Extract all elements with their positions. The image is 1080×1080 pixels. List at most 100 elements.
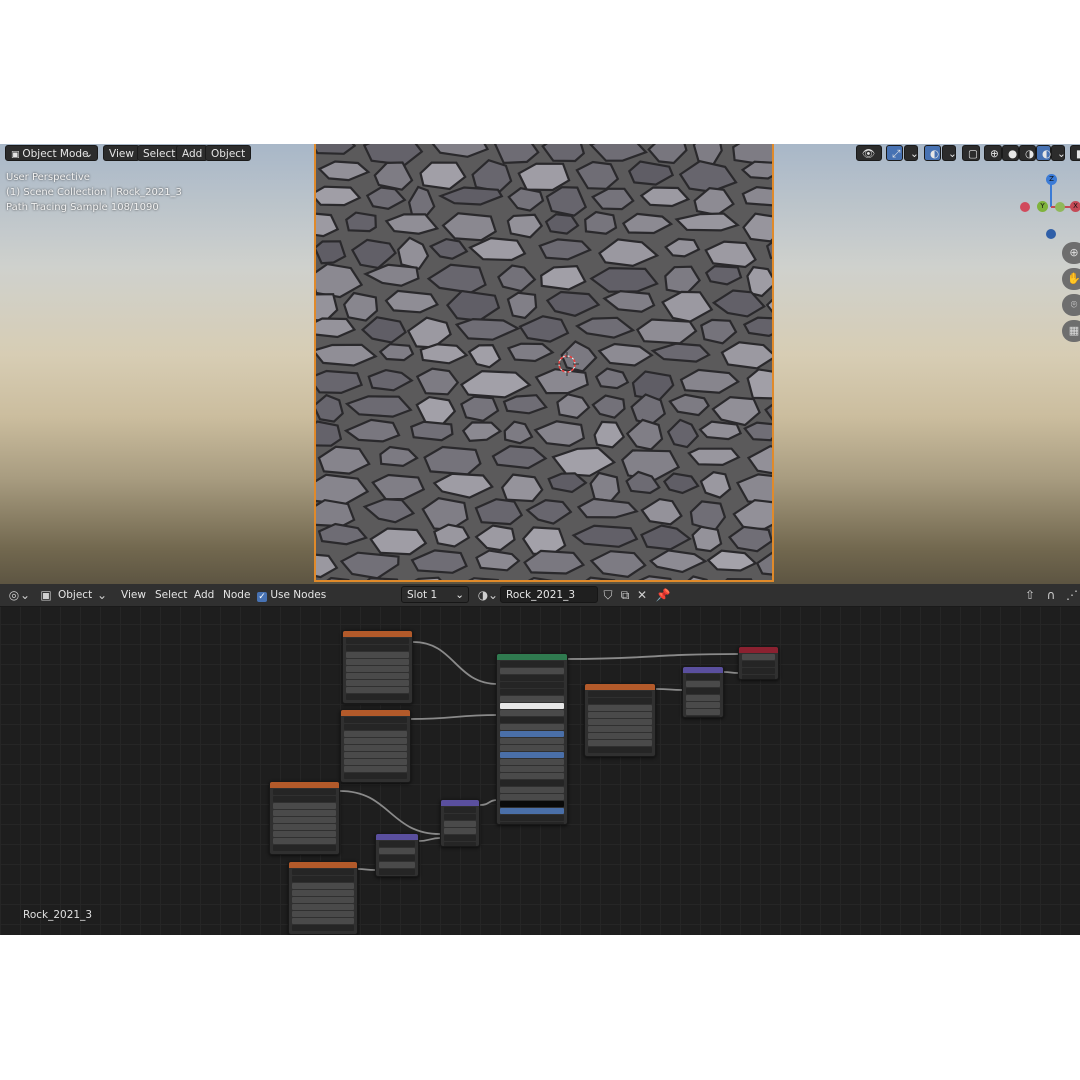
viewport-menu-object[interactable]: Object (205, 145, 252, 161)
snap-options-button[interactable]: ⋰ (1064, 587, 1080, 603)
gizmo-y-axis[interactable]: Y (1037, 201, 1048, 212)
node-header[interactable] (739, 647, 778, 653)
node-property-row[interactable] (379, 848, 415, 854)
node-property-row[interactable] (500, 703, 564, 709)
node-property-row[interactable] (500, 801, 564, 807)
node-property-row[interactable] (346, 652, 409, 658)
material-output-node[interactable] (738, 646, 779, 680)
overlay-dropdown[interactable]: ⌄ (942, 145, 957, 161)
node-property-row[interactable] (346, 673, 409, 679)
node-property-row[interactable] (500, 668, 564, 674)
node-property-row[interactable] (273, 824, 336, 830)
gizmo-toggle[interactable]: ⤢ (886, 145, 903, 161)
node-property-row[interactable] (344, 738, 407, 744)
node-property-row[interactable] (500, 766, 564, 772)
material-shading-button[interactable]: ◑ (1019, 145, 1036, 161)
xray-toggle[interactable]: ▢ (962, 145, 980, 161)
shader-node-editor[interactable]: ◎ ⌄ ▣ Object ⌄ View Select Add Node ✓ Us… (0, 584, 1080, 935)
image-texture-node-1[interactable] (342, 630, 413, 704)
overlay-toggle[interactable]: ◐ (924, 145, 941, 161)
node-property-row[interactable] (344, 745, 407, 751)
node-property-row[interactable] (588, 747, 652, 753)
node-property-row[interactable] (344, 759, 407, 765)
node-property-row[interactable] (444, 821, 476, 827)
node-property-row[interactable] (588, 733, 652, 739)
node-property-row[interactable] (500, 689, 564, 695)
solid-shading-button[interactable]: ● (1002, 145, 1019, 161)
bump-node[interactable] (440, 799, 480, 847)
image-texture-node-5[interactable] (584, 683, 656, 757)
node-property-row[interactable] (292, 876, 354, 882)
node-property-row[interactable] (588, 726, 652, 732)
use-nodes-checkbox[interactable]: ✓ (257, 592, 267, 602)
node-property-row[interactable] (292, 904, 354, 910)
node-property-row[interactable] (344, 717, 407, 723)
node-property-row[interactable] (273, 838, 336, 844)
node-property-row[interactable] (292, 883, 354, 889)
node-property-row[interactable] (588, 705, 652, 711)
gizmo-neg-x-axis[interactable] (1020, 202, 1030, 212)
node-header[interactable] (683, 667, 723, 673)
node-property-row[interactable] (588, 712, 652, 718)
node-property-row[interactable] (500, 780, 564, 786)
shading-dropdown[interactable]: ⌄ (1051, 145, 1066, 161)
node-header[interactable] (585, 684, 655, 690)
node-property-row[interactable] (500, 675, 564, 681)
node-property-row[interactable] (379, 841, 415, 847)
node-property-row[interactable] (686, 716, 720, 717)
shader-type-chevron[interactable]: ⌄ (96, 587, 108, 603)
node-property-row[interactable] (500, 682, 564, 688)
camera-view-button[interactable]: ⌾ (1062, 294, 1080, 316)
node-property-row[interactable] (346, 638, 409, 644)
node-property-row[interactable] (500, 696, 564, 702)
node-property-row[interactable] (588, 691, 652, 697)
node-property-row[interactable] (273, 831, 336, 837)
node-property-row[interactable] (379, 869, 415, 875)
node-menu-view[interactable]: View (121, 587, 146, 603)
viewport-menu-select[interactable]: Select (137, 145, 182, 161)
rock-wall-mesh[interactable] (314, 144, 774, 582)
node-property-row[interactable] (379, 862, 415, 868)
node-property-row[interactable] (344, 724, 407, 730)
node-menu-select[interactable]: Select (155, 587, 187, 603)
node-property-row[interactable] (292, 897, 354, 903)
gizmo-neg-y-axis[interactable] (1055, 202, 1065, 212)
node-header[interactable] (341, 710, 410, 716)
node-property-row[interactable] (500, 661, 564, 667)
snap-toggle[interactable]: ∩ (1043, 587, 1059, 603)
node-property-row[interactable] (273, 817, 336, 823)
shader-type-dropdown[interactable]: Object (58, 587, 92, 603)
node-property-row[interactable] (344, 752, 407, 758)
node-header[interactable] (497, 654, 567, 660)
node-property-row[interactable] (273, 845, 336, 851)
node-property-row[interactable] (292, 911, 354, 917)
node-property-row[interactable] (344, 773, 407, 779)
node-property-row[interactable] (292, 890, 354, 896)
node-property-row[interactable] (500, 794, 564, 800)
node-property-row[interactable] (344, 766, 407, 772)
node-property-row[interactable] (500, 710, 564, 716)
node-property-row[interactable] (292, 918, 354, 924)
pin-button[interactable]: 📌 (655, 587, 671, 603)
image-texture-node-2[interactable] (340, 709, 411, 783)
principled-bsdf-node[interactable] (496, 653, 568, 825)
node-property-row[interactable] (273, 803, 336, 809)
parent-node-tree-button[interactable]: ⇧ (1022, 587, 1038, 603)
image-texture-node-4[interactable] (288, 861, 358, 935)
node-property-row[interactable] (686, 695, 720, 701)
node-property-row[interactable] (588, 719, 652, 725)
gizmo-x-axis[interactable]: X (1070, 201, 1080, 212)
node-property-row[interactable] (686, 709, 720, 715)
material-name-field[interactable]: Rock_2021_3 (500, 586, 598, 603)
node-property-row[interactable] (686, 702, 720, 708)
node-property-row[interactable] (346, 680, 409, 686)
node-property-row[interactable] (588, 740, 652, 746)
normal-map-node[interactable] (375, 833, 419, 877)
pan-button[interactable]: ✋ (1062, 268, 1080, 290)
object-mode-dropdown[interactable]: ▣ Object Mode ⌄ (5, 145, 98, 161)
node-property-row[interactable] (500, 717, 564, 723)
node-menu-add[interactable]: Add (194, 587, 214, 603)
node-property-row[interactable] (742, 668, 775, 674)
node-property-row[interactable] (500, 738, 564, 744)
wireframe-shading-button[interactable]: ⊕ (984, 145, 1002, 161)
